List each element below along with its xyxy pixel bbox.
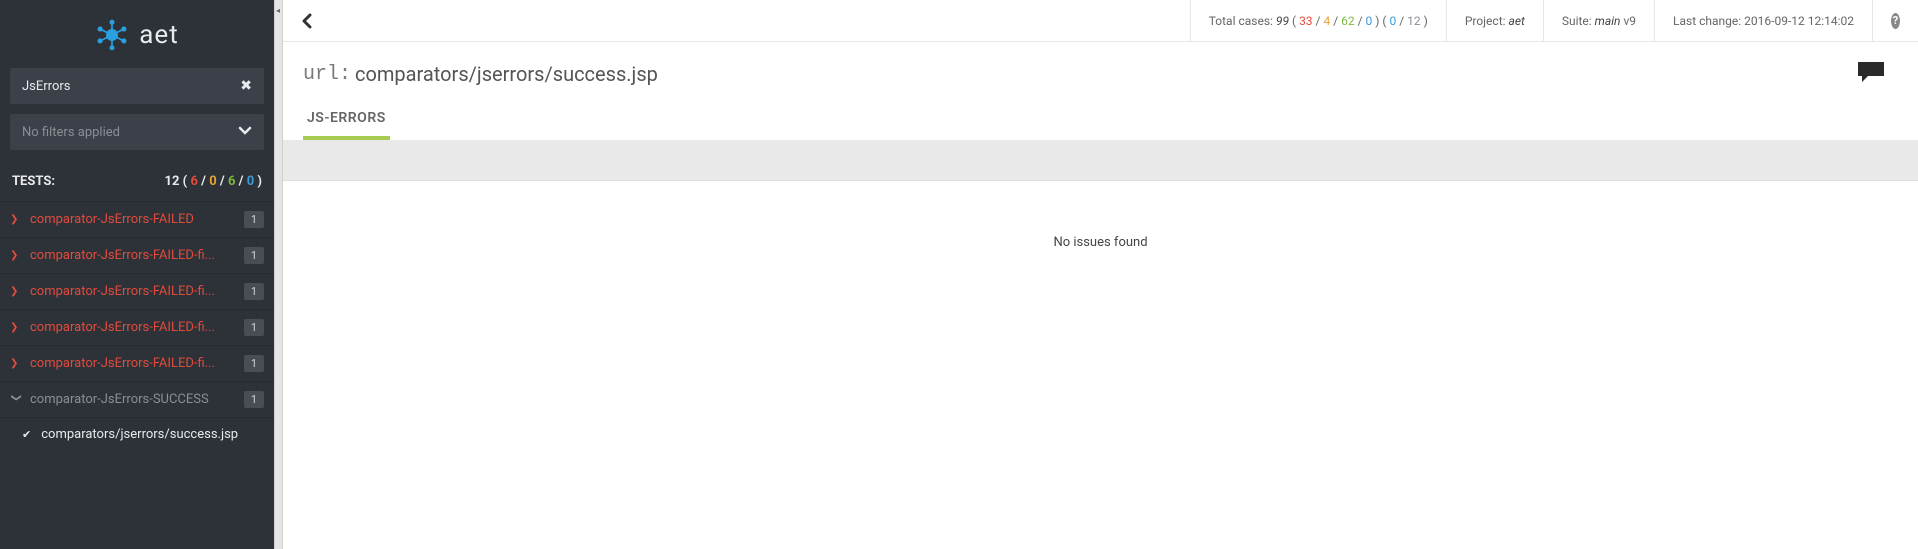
- test-count-badge: 1: [244, 247, 264, 264]
- help-button[interactable]: ?: [1872, 0, 1918, 41]
- close-icon[interactable]: ✖: [240, 78, 252, 94]
- sidebar: aet JsErrors ✖ No filters applied TESTS:…: [0, 0, 274, 549]
- chevron-down-icon: ❯: [11, 394, 22, 406]
- test-item[interactable]: ❯ comparator-JsErrors-FAILED 1: [0, 201, 274, 237]
- test-count-badge: 1: [244, 391, 264, 408]
- test-name: comparator-JsErrors-SUCCESS: [30, 392, 238, 407]
- no-issues-message: No issues found: [1053, 235, 1147, 250]
- test-child-name: comparators/jserrors/success.jsp: [41, 427, 238, 442]
- back-button[interactable]: [283, 0, 323, 41]
- chevron-right-icon: ❯: [10, 358, 22, 369]
- content-body: No issues found: [283, 181, 1918, 549]
- chevron-right-icon: ❯: [10, 322, 22, 333]
- tests-counts: 12 ( 6 / 0 / 6 / 0 ): [165, 174, 263, 189]
- comment-icon[interactable]: [1856, 60, 1886, 88]
- test-name: comparator-JsErrors-FAILED-fi...: [30, 248, 238, 263]
- project-cell: Project: aet: [1446, 0, 1543, 41]
- test-count-badge: 1: [244, 355, 264, 372]
- brand-logo[interactable]: aet: [0, 0, 274, 68]
- sidebar-resize-handle[interactable]: [274, 0, 283, 549]
- test-name: comparator-JsErrors-FAILED-fi...: [30, 356, 238, 371]
- check-icon: ✔: [22, 428, 31, 441]
- test-name: comparator-JsErrors-FAILED-fi...: [30, 284, 238, 299]
- brand-name: aet: [139, 20, 178, 50]
- suite-cell: Suite: main v9: [1543, 0, 1654, 41]
- tests-label: TESTS:: [12, 174, 55, 189]
- test-count-badge: 1: [244, 319, 264, 336]
- filters-box[interactable]: No filters applied: [10, 114, 264, 150]
- test-count-badge: 1: [244, 211, 264, 228]
- url-label: url:: [303, 63, 351, 86]
- chevron-right-icon: ❯: [10, 286, 22, 297]
- test-list: ❯ comparator-JsErrors-FAILED 1 ❯ compara…: [0, 201, 274, 451]
- help-icon: ?: [1891, 13, 1900, 29]
- test-item[interactable]: ❯ comparator-JsErrors-SUCCESS 1: [0, 381, 274, 417]
- test-name: comparator-JsErrors-FAILED: [30, 212, 238, 227]
- chevron-right-icon: ❯: [10, 250, 22, 261]
- category-label: JsErrors: [22, 79, 70, 94]
- content-bar: [283, 141, 1918, 181]
- test-child-item[interactable]: ✔ comparators/jserrors/success.jsp: [0, 417, 274, 451]
- test-item[interactable]: ❯ comparator-JsErrors-FAILED-fi... 1: [0, 237, 274, 273]
- test-name: comparator-JsErrors-FAILED-fi...: [30, 320, 238, 335]
- test-count-badge: 1: [244, 283, 264, 300]
- chevron-down-icon[interactable]: [238, 123, 252, 141]
- test-item[interactable]: ❯ comparator-JsErrors-FAILED-fi... 1: [0, 345, 274, 381]
- lastchange-cell: Last change: 2016-09-12 12:14:02: [1654, 0, 1872, 41]
- main-area: Total cases: 99 ( 33 / 4 / 62 / 0 ) ( 0 …: [283, 0, 1918, 549]
- tests-header: TESTS: 12 ( 6 / 0 / 6 / 0 ): [0, 160, 274, 201]
- tab-jserrors[interactable]: JS-ERRORS: [303, 102, 390, 140]
- test-item[interactable]: ❯ comparator-JsErrors-FAILED-fi... 1: [0, 309, 274, 345]
- filters-label: No filters applied: [22, 125, 120, 140]
- topbar: Total cases: 99 ( 33 / 4 / 62 / 0 ) ( 0 …: [283, 0, 1918, 42]
- test-item[interactable]: ❯ comparator-JsErrors-FAILED-fi... 1: [0, 273, 274, 309]
- aet-logo-icon: [95, 18, 129, 52]
- chevron-right-icon: ❯: [10, 214, 22, 225]
- url-value: comparators/jserrors/success.jsp: [355, 62, 658, 86]
- category-box[interactable]: JsErrors ✖: [10, 68, 264, 104]
- url-row: url: comparators/jserrors/success.jsp: [283, 42, 1918, 102]
- tabs-row: JS-ERRORS: [283, 102, 1918, 141]
- topbar-spacer: [323, 0, 1190, 41]
- total-cases: Total cases: 99 ( 33 / 4 / 62 / 0 ) ( 0 …: [1190, 0, 1446, 41]
